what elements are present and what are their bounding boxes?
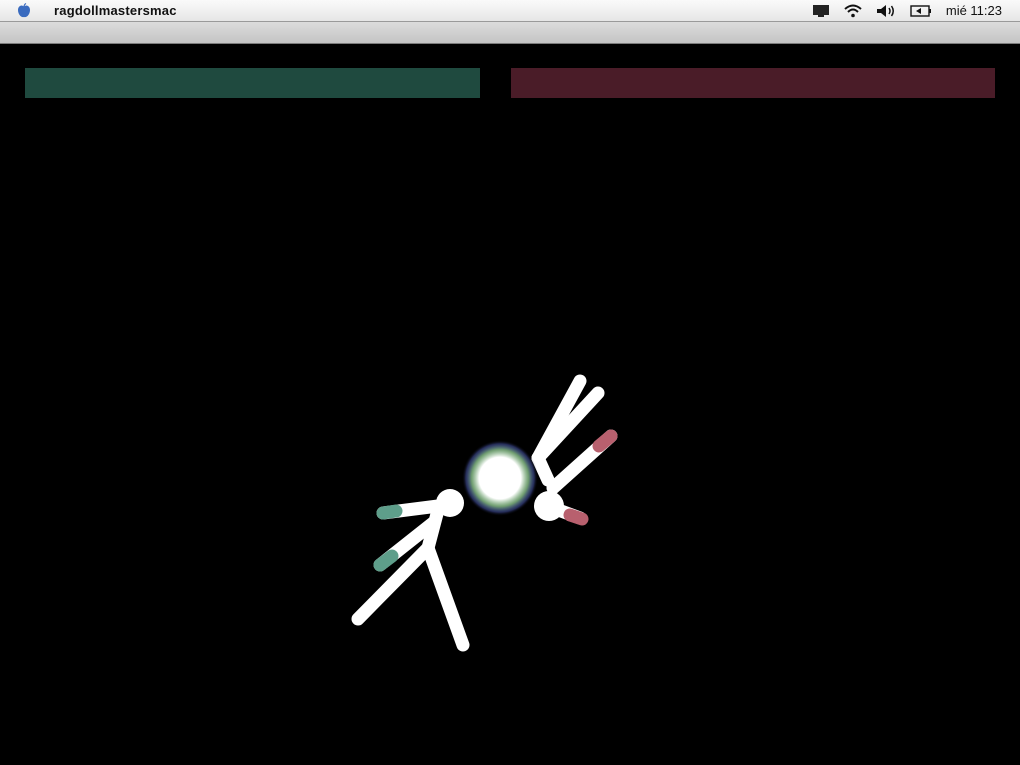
player-2-hand-lower (563, 508, 589, 526)
battery-icon[interactable] (910, 4, 932, 18)
window-title-bar[interactable] (0, 22, 1020, 44)
menu-bar: ragdollmastersmac mié 11:23 (0, 0, 1020, 22)
status-menus: mié 11:23 (812, 3, 1020, 18)
player-1-ragdoll (351, 489, 470, 652)
player-1-hand-lower (373, 549, 399, 572)
player-2-hand-upper (592, 429, 618, 453)
volume-icon[interactable] (876, 4, 896, 18)
player-1-hand-upper (376, 504, 403, 520)
menu-clock[interactable]: mié 11:23 (946, 3, 1002, 18)
player-2-head (534, 491, 564, 521)
apple-icon[interactable] (16, 2, 32, 19)
display-icon[interactable] (812, 4, 830, 18)
player-1-head (436, 489, 464, 517)
player-2-ragdoll (531, 374, 618, 526)
fight-scene (351, 374, 618, 652)
wifi-icon[interactable] (844, 4, 862, 18)
player-2-torso (531, 451, 555, 487)
game-canvas[interactable] (8, 48, 1012, 760)
player-1-leg-right (421, 541, 470, 652)
app-name-menu[interactable]: ragdollmastersmac (54, 3, 177, 18)
impact-glow (462, 440, 538, 516)
